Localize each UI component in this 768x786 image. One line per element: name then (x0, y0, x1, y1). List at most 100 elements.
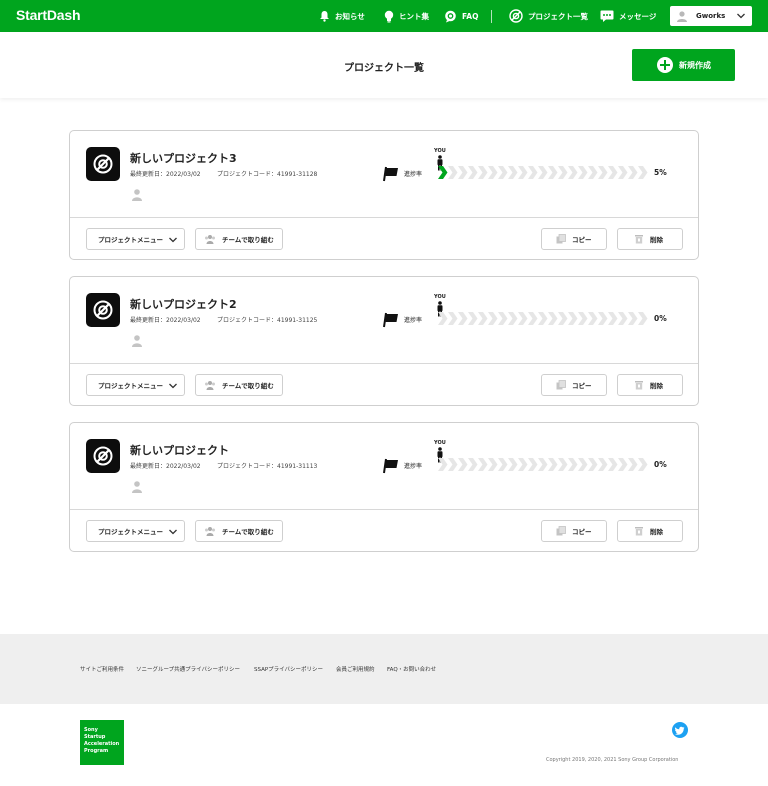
copy-label: コピー (572, 382, 592, 390)
progress-chevron (628, 458, 638, 471)
delete-label: 削除 (650, 382, 663, 390)
progress-chevron (508, 312, 518, 325)
flag-icon (383, 166, 398, 182)
trash-icon (635, 527, 643, 536)
chevron-down-icon (169, 237, 177, 243)
project-code: プロジェクトコード：41991-31128 (217, 171, 318, 178)
project-card: 新しいプロジェクト2 最終更新日：2022/03/02 プロジェクトコード：41… (69, 276, 699, 406)
progress-chevron (638, 166, 648, 179)
you-label: YOU (434, 440, 446, 446)
team-label: チームで取り組む (222, 382, 274, 390)
progress-chevron (608, 166, 618, 179)
delete-button[interactable]: 削除 (617, 520, 683, 542)
nav-item-projects[interactable]: プロジェクト一覧 (509, 0, 588, 32)
progress-chevron (618, 458, 628, 471)
footer-link-faq-contact[interactable]: FAQ・お問い合わせ (387, 665, 436, 673)
faq-icon (445, 10, 456, 22)
copy-button[interactable]: コピー (541, 228, 607, 250)
footer-link-terms[interactable]: サイトご利用条件 (80, 665, 124, 673)
copyright: Copyright 2019, 2020, 2021 Sony Group Co… (546, 757, 679, 763)
top-nav: StartDash お知らせ ヒント集 FAQ プロジェクト一覧 メッセージ G… (0, 0, 768, 32)
project-icon[interactable] (86, 439, 120, 473)
copy-label: コピー (572, 528, 592, 536)
copy-button[interactable]: コピー (541, 374, 607, 396)
team-button[interactable]: チームで取り組む (195, 374, 283, 396)
bell-icon (320, 11, 329, 22)
nav-divider (491, 10, 492, 23)
project-menu-button[interactable]: プロジェクトメニュー (86, 228, 185, 250)
nav-item-faq[interactable]: FAQ (444, 0, 478, 32)
copy-icon (556, 380, 566, 390)
project-icon[interactable] (86, 147, 120, 181)
nav-item-notices[interactable]: お知らせ (319, 0, 365, 32)
copy-icon (556, 526, 566, 536)
card-divider (70, 509, 698, 510)
progress-chevron (468, 312, 478, 325)
project-icon[interactable] (86, 293, 120, 327)
new-project-button[interactable]: 新規作成 (632, 49, 735, 81)
user-menu[interactable]: Gworks (670, 6, 752, 26)
delete-button[interactable]: 削除 (617, 374, 683, 396)
progress-chevron (538, 458, 548, 471)
footer-link-member-terms[interactable]: 会員ご利用規約 (336, 665, 375, 673)
progress-chevron (508, 458, 518, 471)
progress-chevron (548, 166, 558, 179)
progress-chevron (628, 312, 638, 325)
progress-chevron (528, 166, 538, 179)
progress-chevron (528, 312, 538, 325)
progress-chevron (548, 312, 558, 325)
project-name[interactable]: 新しいプロジェクト3 (130, 150, 237, 166)
nav-item-messages[interactable]: メッセージ (600, 0, 656, 32)
message-icon (600, 10, 614, 22)
project-code: プロジェクトコード：41991-31113 (217, 463, 318, 470)
copy-button[interactable]: コピー (541, 520, 607, 542)
progress-chevron-filled (438, 166, 448, 179)
copy-label: コピー (572, 236, 592, 244)
progress-chevron (488, 166, 498, 179)
progress-chevron (518, 312, 528, 325)
progress-chevron (578, 458, 588, 471)
footer-link-ssap-privacy[interactable]: SSAPプライバシーポリシー (254, 665, 323, 673)
footer-link-sony-privacy[interactable]: ソニーグループ共通プライバシーポリシー (136, 665, 240, 673)
new-project-label: 新規作成 (679, 60, 711, 70)
flag-icon (383, 458, 398, 474)
progress-chevron (498, 312, 508, 325)
delete-label: 削除 (650, 236, 663, 244)
progress-chevron (458, 166, 468, 179)
progress-chevron (488, 458, 498, 471)
progress-chevron (598, 458, 608, 471)
team-button[interactable]: チームで取り組む (195, 520, 283, 542)
nav-item-tips[interactable]: ヒント集 (384, 0, 429, 32)
progress-chevron (538, 312, 548, 325)
progress-chevron (448, 458, 458, 471)
nav-label: プロジェクト一覧 (528, 11, 588, 21)
member-icon (132, 335, 142, 347)
progress-chevron (618, 312, 628, 325)
progress-chevron (608, 312, 618, 325)
chevron-down-icon (169, 383, 177, 389)
user-name: Gworks (696, 12, 726, 20)
progress-chevron (578, 312, 588, 325)
project-name[interactable]: 新しいプロジェクト2 (130, 296, 237, 312)
project-menu-button[interactable]: プロジェクトメニュー (86, 374, 185, 396)
progress-label: 進捗率 (404, 317, 423, 324)
progress-chevron (498, 166, 508, 179)
progress-chevron (448, 312, 458, 325)
app-logo[interactable]: StartDash (16, 7, 81, 23)
team-label: チームで取り組む (222, 236, 274, 244)
plus-circle-icon (657, 57, 673, 73)
sap-logo[interactable]: Sony Startup Acceleration Program (80, 720, 124, 765)
twitter-icon[interactable] (672, 722, 688, 738)
delete-button[interactable]: 削除 (617, 228, 683, 250)
team-button[interactable]: チームで取り組む (195, 228, 283, 250)
project-menu-button[interactable]: プロジェクトメニュー (86, 520, 185, 542)
progress-chevron (558, 458, 568, 471)
project-logo-icon (93, 154, 113, 174)
team-icon (205, 381, 215, 390)
updated-date: 最終更新日：2022/03/02 (130, 171, 201, 178)
progress-chevron (568, 458, 578, 471)
project-name[interactable]: 新しいプロジェクト (130, 442, 229, 458)
team-label: チームで取り組む (222, 528, 274, 536)
card-divider (70, 363, 698, 364)
progress-chevron (478, 312, 488, 325)
